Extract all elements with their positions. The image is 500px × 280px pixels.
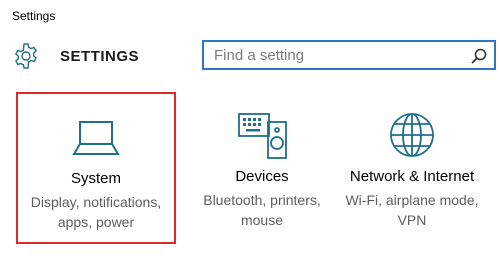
keyboard-speaker-icon — [238, 113, 287, 159]
tile-description: Display, notifications, apps, power — [18, 192, 174, 232]
search-box[interactable] — [202, 40, 496, 70]
tile-desc-line: apps, power — [57, 214, 135, 230]
tile-description: Bluetooth, printers, mouse — [182, 190, 342, 230]
settings-categories: System Display, notifications, apps, pow… — [0, 92, 500, 252]
tile-devices[interactable]: Devices Bluetooth, printers, mouse — [182, 92, 342, 244]
search-icon[interactable] — [470, 47, 488, 65]
tile-desc-line: mouse — [240, 212, 284, 228]
globe-icon — [390, 113, 434, 157]
settings-window: Settings SETTINGS Find a setting System … — [0, 0, 500, 280]
title-bar[interactable]: Settings — [0, 0, 500, 32]
tile-network-internet[interactable]: Network & Internet Wi-Fi, airplane mode,… — [324, 92, 500, 244]
gear-icon — [15, 43, 37, 69]
tile-system[interactable]: System Display, notifications, apps, pow… — [16, 92, 176, 244]
tile-name: Network & Internet — [349, 168, 475, 185]
window-title: Settings — [12, 9, 56, 23]
page-title: SETTINGS — [60, 48, 140, 65]
settings-header: SETTINGS — [0, 32, 500, 82]
tile-desc-line: Wi-Fi, airplane mode, — [345, 192, 479, 208]
search-input[interactable] — [204, 42, 466, 68]
tile-name: System — [70, 170, 121, 187]
tile-description: Wi-Fi, airplane mode, VPN — [324, 190, 500, 230]
tile-name: Devices — [235, 168, 289, 185]
tile-desc-line: Display, notifications, — [30, 194, 162, 210]
laptop-icon — [72, 121, 120, 155]
tile-desc-line: Bluetooth, printers, — [203, 192, 321, 208]
tile-desc-line: VPN — [397, 212, 427, 228]
